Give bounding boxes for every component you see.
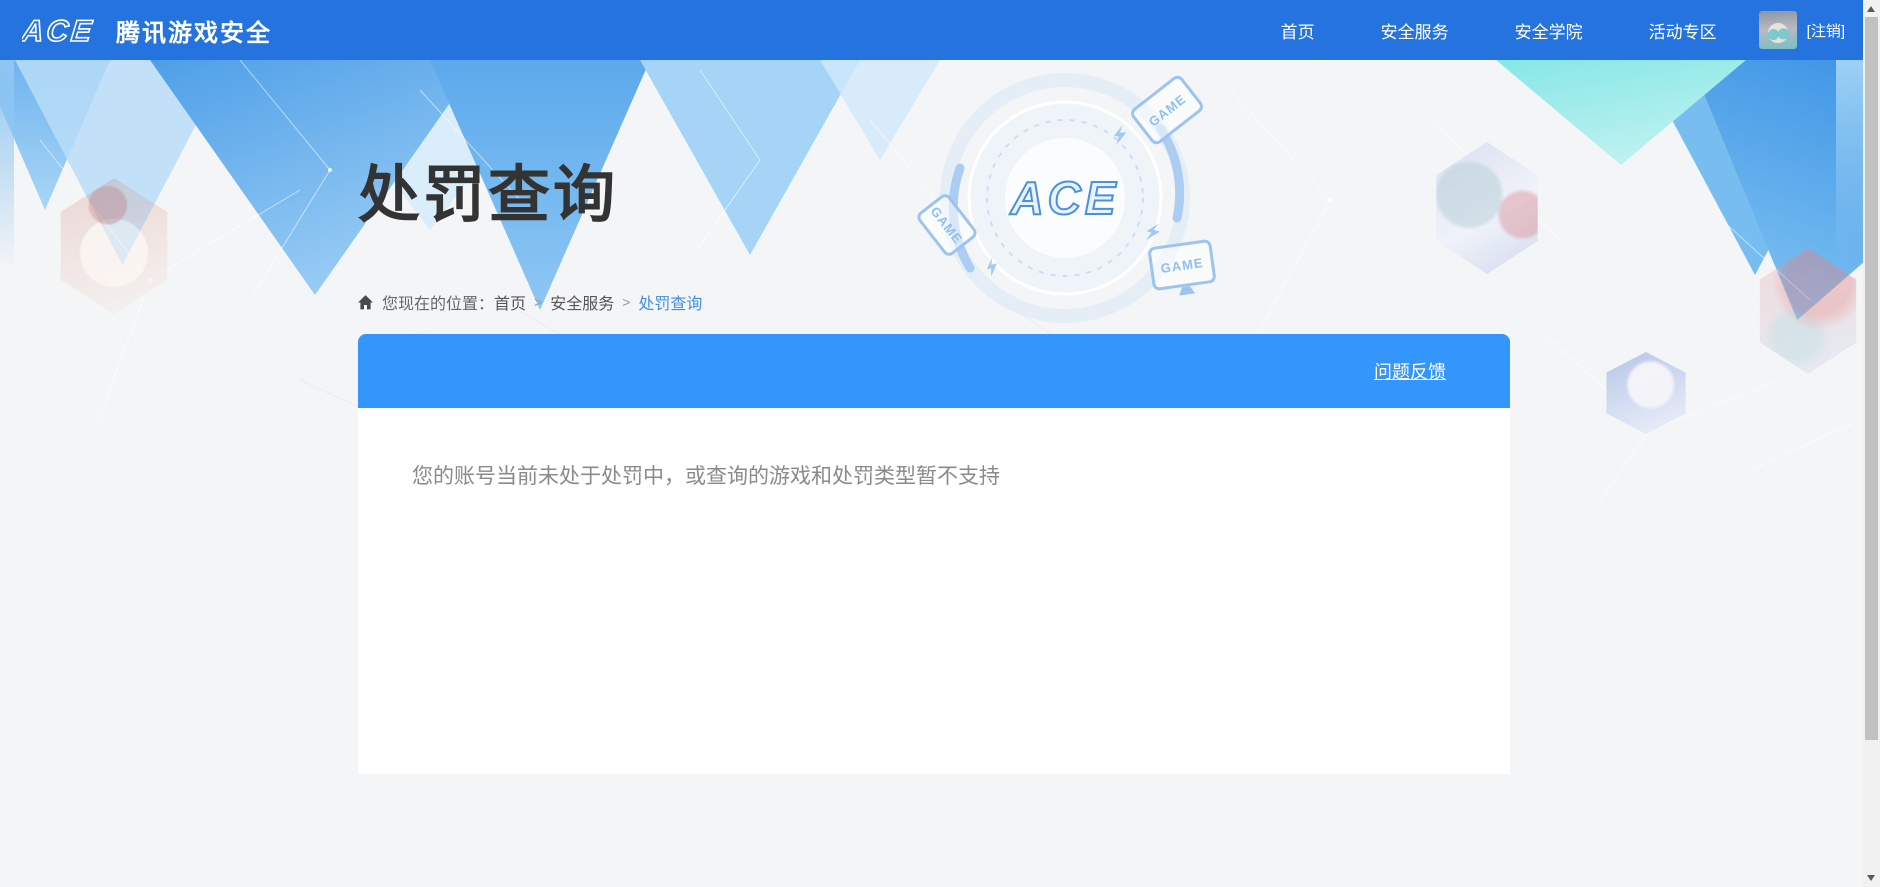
breadcrumb-current-page[interactable]: 处罚查询 [638,290,702,314]
breadcrumb-separator: > [534,294,543,310]
panel-header: 问题反馈 [358,334,1510,408]
emblem-ace-text: ACE [1009,172,1119,224]
nav-item-security-services[interactable]: 安全服务 [1381,18,1449,43]
breadcrumb-home[interactable]: 首页 [494,290,526,314]
brand-name: 腾讯游戏安全 [116,19,272,47]
top-navbar: ACE 腾讯游戏安全 首页 安全服务 安全学院 活动专区 [注销] [0,0,1863,60]
ace-logo-icon: ACE [22,14,97,48]
breadcrumb: 您现在的位置： 首页 > 安全服务 > 处罚查询 [357,290,702,314]
feedback-link[interactable]: 问题反馈 [1374,358,1446,384]
page-title: 处罚查询 [358,161,619,230]
vertical-scrollbar[interactable] [1863,0,1880,887]
game-label: GAME [1159,254,1205,276]
panel-body: 您的账号当前未处于处罚中，或查询的游戏和处罚类型暂不支持 [358,408,1510,774]
breadcrumb-security-services[interactable]: 安全服务 [550,290,614,314]
scroll-up-icon [1867,6,1875,12]
navbar-right: 首页 安全服务 安全学院 活动专区 [注销] [1281,0,1845,60]
scroll-down-icon [1867,875,1875,881]
scroll-down-button[interactable] [1863,870,1880,887]
game-label: GAME [1145,90,1189,130]
nav-user-area: [注销] [1758,11,1845,49]
nav-item-activity-zone[interactable]: 活动专区 [1649,18,1717,43]
breadcrumb-prefix: 您现在的位置： [382,296,495,313]
lightning-icon [1113,125,1127,145]
punishment-query-panel: 问题反馈 您的账号当前未处于处罚中，或查询的游戏和处罚类型暂不支持 [358,334,1510,774]
logout-link[interactable]: [注销] [1807,20,1845,41]
nav-item-home[interactable]: 首页 [1281,18,1315,43]
nav-item-security-academy[interactable]: 安全学院 [1515,18,1583,43]
user-avatar[interactable] [1758,11,1797,49]
brand-link[interactable]: ACE 腾讯游戏安全 [22,0,272,60]
game-monitor-icon: GAME [1147,238,1217,292]
breadcrumb-separator: > [622,294,631,310]
home-icon [357,294,374,311]
query-result-message: 您的账号当前未处于处罚中，或查询的游戏和处罚类型暂不支持 [412,465,1000,488]
game-label: GAME [927,203,967,247]
nav-links: 首页 安全服务 安全学院 活动专区 [1281,18,1717,43]
scroll-up-button[interactable] [1863,0,1880,17]
ace-logo-text: ACE [22,15,96,48]
scrollbar-thumb[interactable] [1865,17,1878,740]
